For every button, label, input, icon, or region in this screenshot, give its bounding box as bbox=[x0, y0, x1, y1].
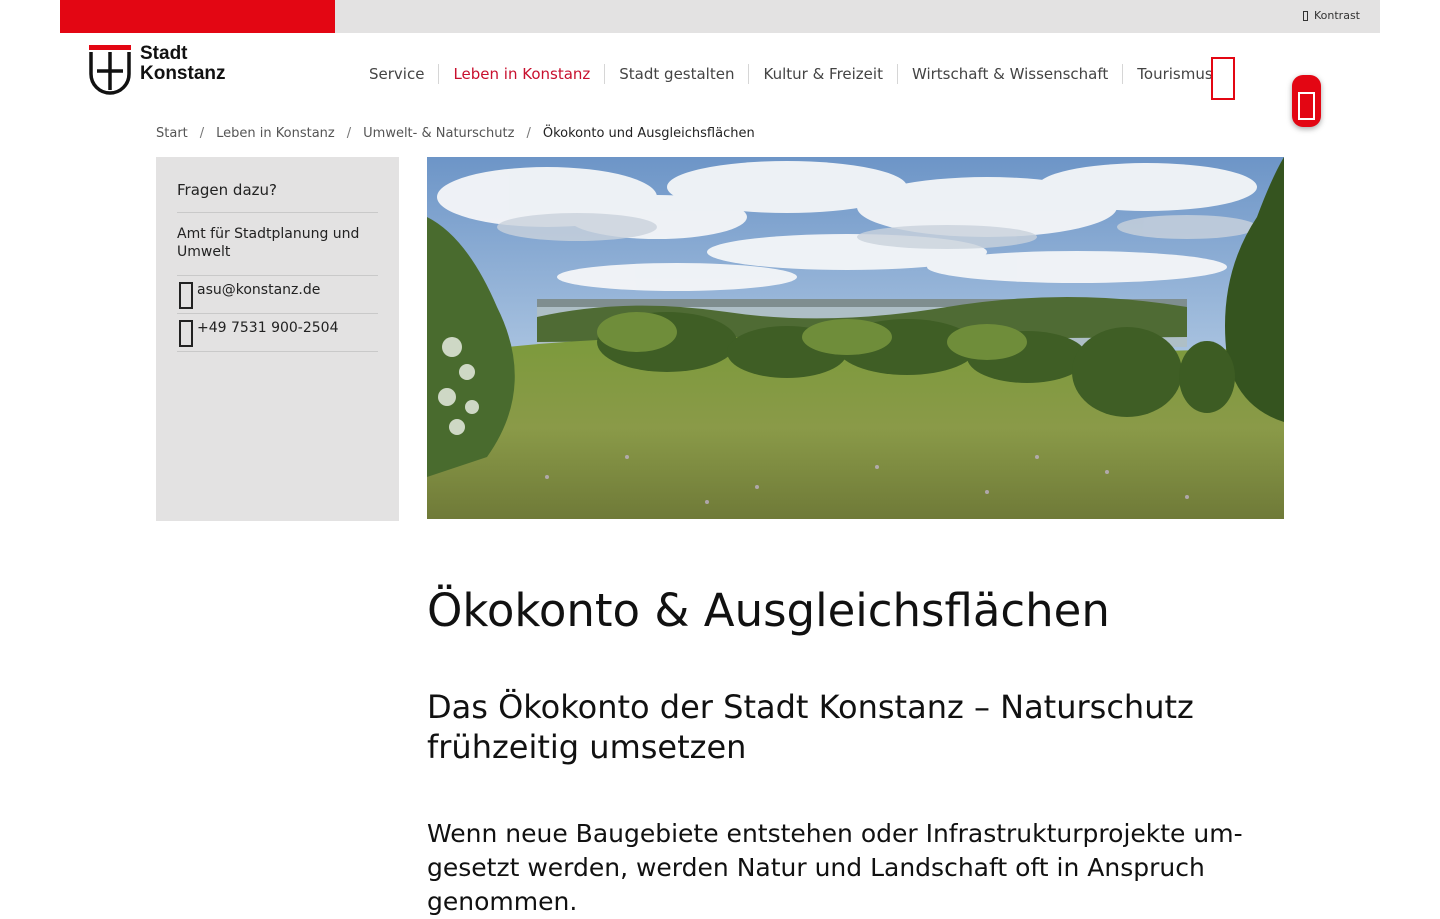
nav-item-service[interactable]: Service bbox=[355, 64, 438, 84]
contact-email: asu@konstanz.de bbox=[197, 282, 321, 298]
contact-phone-link[interactable]: +49 7531 900-2504 bbox=[177, 314, 378, 352]
hero-image bbox=[427, 157, 1284, 519]
breadcrumb-separator: / bbox=[526, 126, 531, 141]
nav-item-kultur-freizeit[interactable]: Kultur & Freizeit bbox=[748, 64, 896, 84]
breadcrumb-umwelt-naturschutz[interactable]: Umwelt- & Naturschutz bbox=[363, 126, 514, 141]
site-logo[interactable]: Stadt Konstanz bbox=[88, 44, 226, 96]
menu-button[interactable] bbox=[1292, 75, 1321, 127]
menu-icon bbox=[1298, 92, 1315, 120]
logo-line-2: Konstanz bbox=[140, 63, 226, 84]
search-button[interactable] bbox=[1211, 57, 1235, 100]
logo-wordmark: Stadt Konstanz bbox=[140, 44, 226, 84]
brand-color-block bbox=[60, 0, 335, 33]
contrast-icon bbox=[1303, 10, 1308, 21]
nav-item-stadt-gestalten[interactable]: Stadt gestalten bbox=[604, 64, 748, 84]
breadcrumb-current: Ökokonto und Ausgleichsflächen bbox=[542, 126, 755, 141]
nav-item-wirtschaft-wissenschaft[interactable]: Wirtschaft & Wissenschaft bbox=[896, 64, 1122, 84]
breadcrumb-leben-in-konstanz[interactable]: Leben in Konstanz bbox=[216, 126, 335, 141]
main-navigation: Service Leben in Konstanz Stadt gestalte… bbox=[355, 64, 1227, 84]
breadcrumb: Start / Leben in Konstanz / Umwelt- & Na… bbox=[156, 126, 755, 141]
breadcrumb-separator: / bbox=[199, 126, 205, 141]
nav-item-leben-in-konstanz[interactable]: Leben in Konstanz bbox=[438, 64, 604, 84]
article-subtitle: Das Ökokonto der Stadt Konstanz – Naturs… bbox=[427, 688, 1194, 766]
top-utility-bar: Kontrast bbox=[60, 0, 1380, 33]
page-title: Ökokonto & Ausgleichsflächen bbox=[427, 584, 1110, 637]
landscape-illustration bbox=[427, 157, 1284, 519]
logo-line-1: Stadt bbox=[140, 43, 188, 64]
contrast-label: Kontrast bbox=[1314, 9, 1360, 22]
article-lead: Wenn neue Baugebiete entstehen oder Infr… bbox=[427, 819, 1243, 916]
contact-phone: +49 7531 900-2504 bbox=[197, 320, 339, 336]
contact-box: Fragen dazu? Amt für Stadtplanung und Um… bbox=[156, 157, 399, 521]
breadcrumb-start[interactable]: Start bbox=[156, 126, 188, 141]
mail-icon bbox=[179, 282, 193, 309]
contrast-toggle[interactable]: Kontrast bbox=[1303, 9, 1360, 22]
city-crest-icon bbox=[89, 45, 131, 95]
contact-email-link[interactable]: asu@konstanz.de bbox=[177, 276, 378, 314]
contact-heading: Fragen dazu? bbox=[177, 181, 378, 213]
breadcrumb-separator: / bbox=[346, 126, 352, 141]
phone-icon bbox=[179, 320, 193, 347]
contact-organization: Amt für Stadtplanung und Umwelt bbox=[177, 213, 378, 276]
